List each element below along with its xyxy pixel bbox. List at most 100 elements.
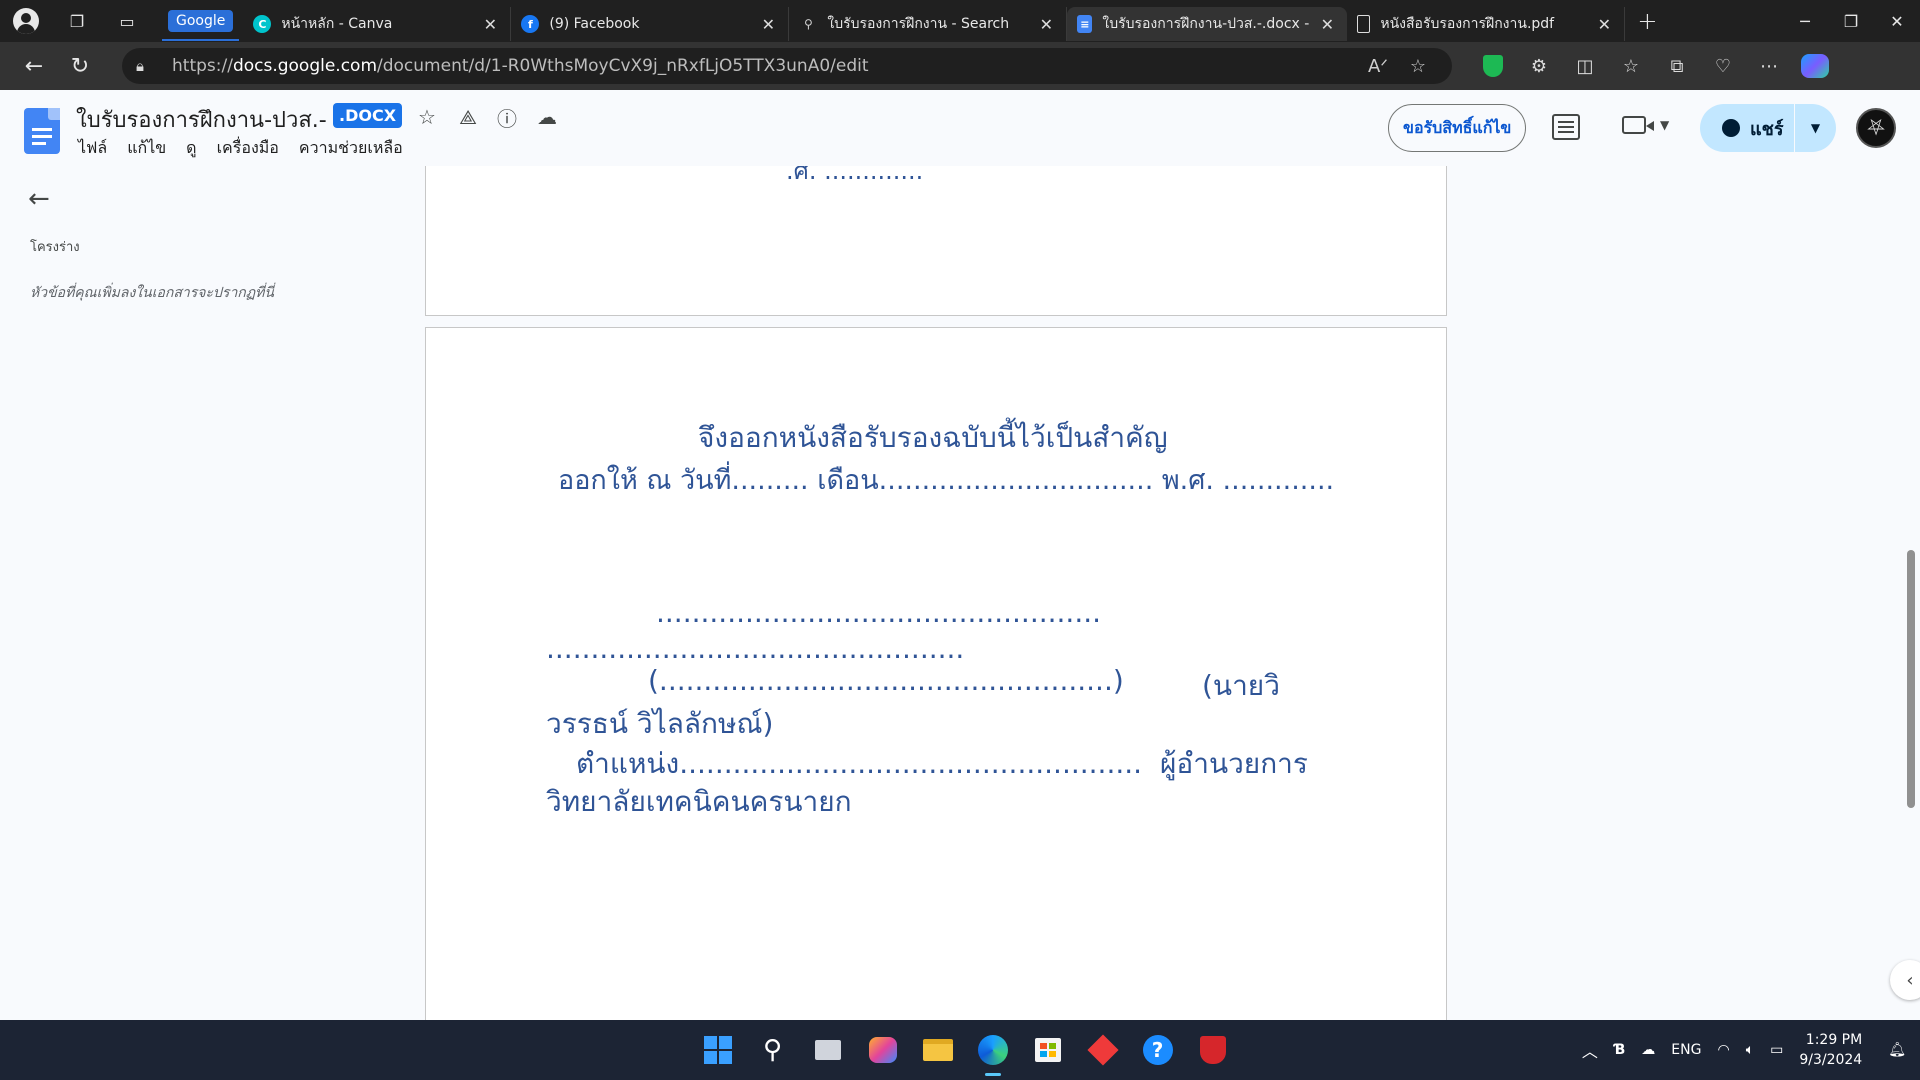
close-icon[interactable]: ✕ — [1036, 15, 1056, 34]
search-icon: ⚲ — [803, 17, 813, 31]
favorites-icon[interactable]: ☆ — [1608, 42, 1654, 90]
clock[interactable]: 1:29 PM 9/3/2024 — [1799, 1030, 1862, 1070]
globe-icon — [1722, 119, 1740, 137]
clock-time: 1:29 PM — [1805, 1032, 1863, 1048]
vertical-tabs-icon[interactable]: ▭ — [102, 0, 152, 42]
close-icon[interactable]: ✕ — [1594, 15, 1614, 34]
menu-edit[interactable]: แก้ไข — [127, 136, 166, 161]
tab-search[interactable]: ⚲ ใบรับรองการฝึกงาน - Search ✕ — [789, 7, 1068, 41]
collections-icon[interactable]: ⧉ — [1654, 42, 1700, 90]
document-page[interactable]: จึงออกหนังสือรับรองฉบับนี้ไว้เป็นสำคัญ อ… — [425, 327, 1447, 1020]
battery-icon[interactable]: ▭ — [1770, 1042, 1783, 1058]
refresh-button[interactable]: ↻ — [58, 42, 102, 90]
menu-view[interactable]: ดู — [186, 136, 196, 161]
back-button[interactable]: ← — [12, 42, 56, 90]
tab-group-label[interactable]: Google — [161, 10, 240, 41]
doc-text-line: วรรธน์ วิไลลักษณ์) — [546, 707, 774, 740]
new-tab-button[interactable]: + — [1625, 7, 1669, 35]
minimize-button[interactable]: ─ — [1782, 0, 1828, 42]
doc-text-line: (นายวิ — [1202, 669, 1280, 702]
info-icon[interactable]: ⓘ — [494, 104, 520, 131]
google-docs-icon: ≡ — [1077, 15, 1093, 33]
tab-canva[interactable]: C หน้าหลัก - Canva ✕ — [243, 7, 512, 41]
language-indicator[interactable]: ENG — [1671, 1042, 1701, 1058]
favorite-star-icon[interactable]: ☆ — [1398, 56, 1438, 77]
mcafee-icon[interactable] — [1185, 1020, 1240, 1080]
volume-icon[interactable]: 🔈︎ — [1746, 1042, 1754, 1058]
account-avatar[interactable]: ⛧ — [1856, 108, 1896, 148]
menu-tools[interactable]: เครื่องมือ — [217, 136, 279, 161]
tab-facebook[interactable]: f (9) Facebook ✕ — [511, 7, 790, 41]
bluetooth-tray-icon[interactable]: Ɓ — [1614, 1042, 1625, 1058]
show-hidden-icons-chevron-icon[interactable]: ︿ — [1582, 1038, 1598, 1062]
chevron-down-icon[interactable]: ▼ — [1660, 118, 1669, 132]
copilot-taskbar-icon[interactable] — [855, 1020, 910, 1080]
onedrive-icon[interactable]: ☁ — [1641, 1042, 1655, 1058]
document-page[interactable]: .ศ. ............. — [425, 166, 1447, 316]
task-view-icon[interactable] — [800, 1020, 855, 1080]
notification-bell-icon[interactable]: 🔔︎ — [1888, 1042, 1906, 1058]
file-explorer-icon[interactable] — [910, 1020, 965, 1080]
doc-text-line: ออกให้ ณ วันที่......... เดือน..........… — [558, 465, 1335, 496]
url-text: https://docs.google.com/document/d/1-R0W… — [172, 56, 869, 76]
doc-text-line: .ศ. ............. — [786, 166, 924, 185]
share-main[interactable]: แชร์ — [1700, 104, 1794, 152]
tab-title: หนังสือรับรองการฝึกงาน.pdf — [1380, 16, 1555, 32]
menu-bar: ไฟล์ แก้ไข ดู เครื่องมือ ความช่วยเหลือ — [78, 136, 423, 161]
lock-icon[interactable]: 🔒︎ — [136, 57, 156, 75]
shield-extension-icon[interactable] — [1470, 42, 1516, 90]
close-icon[interactable]: ✕ — [1317, 15, 1337, 34]
menu-file[interactable]: ไฟล์ — [78, 136, 107, 161]
document-title[interactable]: ใบรับรองการฝึกงาน-ปวส.- — [76, 102, 327, 137]
star-icon[interactable]: ☆ — [414, 104, 440, 130]
window-controls: ─ ❐ ✕ — [1782, 0, 1920, 42]
taskbar-apps: ⚲ ? — [690, 1020, 1240, 1080]
meet-icon[interactable] — [1622, 116, 1654, 134]
help-icon[interactable]: ? — [1130, 1020, 1185, 1080]
cloud-status-icon[interactable]: ☁ — [534, 104, 560, 130]
restore-button[interactable]: ❐ — [1828, 0, 1874, 42]
menu-help[interactable]: ความช่วยเหลือ — [299, 136, 403, 161]
clock-date: 9/3/2024 — [1799, 1052, 1863, 1068]
extensions-icon[interactable]: ⚙ — [1516, 42, 1562, 90]
workspaces-icon[interactable]: ❐ — [52, 0, 102, 42]
profile-icon[interactable] — [0, 0, 52, 42]
tab-pdf[interactable]: หนังสือรับรองการฝึกงาน.pdf ✕ — [1347, 7, 1626, 41]
start-button[interactable] — [690, 1020, 745, 1080]
share-label: แชร์ — [1750, 118, 1784, 140]
share-dropdown-icon[interactable]: ▼ — [1795, 121, 1836, 135]
tab-title: หน้าหลัก - Canva — [281, 16, 393, 32]
document-canvas[interactable]: .ศ. ............. จึงออกหนังสือรับรองฉบั… — [0, 166, 1905, 1020]
browser-tab-strip: ❐ ▭ Google C หน้าหลัก - Canva ✕ f (9) Fa… — [0, 0, 1920, 42]
more-menu-icon[interactable]: ⋯ — [1746, 42, 1792, 90]
anydesk-icon[interactable] — [1075, 1020, 1130, 1080]
wifi-icon[interactable]: ◠ — [1717, 1042, 1729, 1058]
doc-text-line: จึงออกหนังสือรับรองฉบับนี้ไว้เป็นสำคัญ — [698, 421, 1168, 454]
browser-essentials-icon[interactable]: ♡ — [1700, 42, 1746, 90]
windows-logo-icon — [703, 1036, 732, 1064]
tab-title: ใบรับรองการฝึกงาน - Search — [827, 16, 1010, 32]
comments-icon[interactable] — [1552, 114, 1580, 140]
close-icon[interactable]: ✕ — [758, 15, 778, 34]
doc-text-line: ........................................… — [546, 632, 965, 665]
move-to-drive-icon[interactable]: ⟁ — [455, 104, 481, 130]
toolbar-icons: ⚙ ◫ ☆ ⧉ ♡ ⋯ — [1470, 42, 1838, 90]
request-edit-access-button[interactable]: ขอรับสิทธิ์แก้ไข — [1388, 104, 1527, 152]
tab-google-docs[interactable]: ≡ ใบรับรองการฝึกงาน-ปวส.-.docx - G ✕ — [1067, 7, 1348, 41]
url-bar[interactable]: 🔒︎ https://docs.google.com/document/d/1-… — [122, 48, 1452, 84]
copilot-icon[interactable] — [1792, 42, 1838, 90]
microsoft-store-icon[interactable] — [1020, 1020, 1075, 1080]
doc-text-line: ผู้อำนวยการ — [1160, 747, 1308, 780]
share-button[interactable]: แชร์ ▼ — [1700, 104, 1836, 152]
scrollbar-thumb[interactable] — [1907, 550, 1915, 808]
file-icon — [1357, 15, 1371, 33]
split-screen-icon[interactable]: ◫ — [1562, 42, 1608, 90]
close-icon[interactable]: ✕ — [480, 15, 500, 34]
close-window-button[interactable]: ✕ — [1874, 0, 1920, 42]
doc-text-line: วิทยาลัยเทคนิคนครนายก — [546, 785, 852, 818]
google-docs-logo-icon[interactable] — [24, 108, 60, 154]
read-aloud-icon[interactable]: Aᐟ — [1358, 56, 1398, 77]
search-icon[interactable]: ⚲ — [745, 1020, 800, 1080]
docs-header: ใบรับรองการฝึกงาน-ปวส.- .DOCX ☆ ⟁ ⓘ ☁ ไฟ… — [0, 90, 1920, 166]
edge-icon[interactable] — [965, 1020, 1020, 1080]
